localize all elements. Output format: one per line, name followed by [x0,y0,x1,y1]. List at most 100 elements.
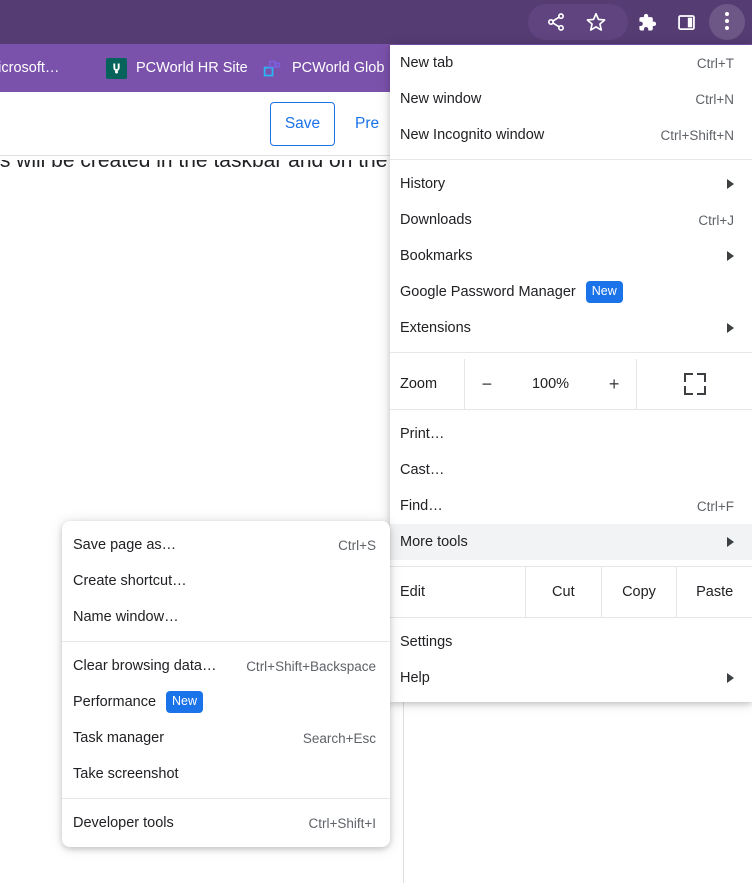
bookmark-item-pcworld-hr-site[interactable]: PCWorld HR Site [106,44,248,92]
menu-separator [62,641,390,642]
menu-item-print[interactable]: Print… [390,416,752,452]
menu-item-label: Clear browsing data… [73,658,217,674]
menu-item-label: New tab [400,55,454,71]
menu-item-help[interactable]: Help [390,660,752,696]
chevron-right-icon [727,323,734,333]
preview-button[interactable]: Pre [355,102,379,146]
bookmark-label: PCWorld Glob [292,60,385,76]
menu-item-label: Extensions [400,320,471,336]
cut-button[interactable]: Cut [525,567,601,617]
zoom-row: Zoom − 100% + [390,359,752,409]
menu-separator [62,798,390,799]
zoom-label-text: Zoom [400,376,438,392]
extensions-puzzle-icon[interactable] [632,8,660,36]
menu-item-label: New Incognito window [400,127,545,143]
menu-item-downloads[interactable]: Downloads Ctrl+J [390,202,752,238]
menu-item-label: New window [400,91,482,107]
share-icon[interactable] [542,8,570,36]
menu-item-shortcut: Search+Esc [302,730,376,746]
menu-item-label: Google Password Manager [400,284,576,300]
menu-item-shortcut: Ctrl+Shift+I [308,815,376,831]
bookmark-star-icon[interactable] [582,8,610,36]
submenu-item-name-window[interactable]: Name window… [62,599,390,635]
menu-item-label: Bookmarks [400,248,473,264]
zoom-controls: − 100% + [464,359,636,409]
menu-item-label: History [400,176,446,192]
menu-item-shortcut: Ctrl+N [695,91,734,107]
menu-item-label: More tools [400,534,468,550]
dialog-divider [0,155,420,156]
menu-item-settings[interactable]: Settings [390,624,752,660]
copy-button[interactable]: Copy [600,567,677,617]
menu-item-label: Find… [400,498,443,514]
menu-item-label: Settings [400,634,453,650]
menu-item-new-tab[interactable]: New tab Ctrl+T [390,45,752,81]
edit-label-text: Edit [400,584,425,600]
menu-item-label: Developer tools [73,815,174,831]
bookmark-label: PCWorld HR Site [136,60,248,76]
menu-item-bookmarks[interactable]: Bookmarks [390,238,752,274]
zoom-out-button[interactable]: − [465,374,509,395]
menu-separator [390,159,752,160]
hr-site-icon [106,57,127,79]
browser-window: d Microsoft… PCWorld HR Site PCWorld Glo… [0,0,752,883]
submenu-item-developer-tools[interactable]: Developer tools Ctrl+Shift+I [62,805,390,841]
global-squares-icon [262,58,283,79]
chevron-right-icon [727,537,734,547]
menu-item-cast[interactable]: Cast… [390,452,752,488]
bookmark-item-microsoft[interactable]: d Microsoft… [0,44,59,92]
chevron-right-icon [727,673,734,683]
page-body-text: ts will be created in the taskbar and on… [0,160,414,186]
menu-item-label: Task manager [73,730,165,746]
submenu-item-clear-browsing-data[interactable]: Clear browsing data… Ctrl+Shift+Backspac… [62,648,390,684]
save-button[interactable]: Save [270,102,335,146]
paste-button[interactable]: Paste [676,567,752,617]
bookmark-label: d Microsoft… [0,60,60,76]
menu-item-find[interactable]: Find… Ctrl+F [390,488,752,524]
fullscreen-icon [683,373,706,395]
zoom-in-button[interactable]: + [592,374,636,395]
chrome-main-menu: New tab Ctrl+T New window Ctrl+N New Inc… [390,45,752,702]
edit-row: Edit Cut Copy Paste [390,567,752,617]
menu-item-label: Performance [73,694,157,710]
browser-toolbar [0,0,752,44]
bookmark-item-pcworld-global[interactable]: PCWorld Glob [262,44,384,92]
menu-item-shortcut: Ctrl+S [338,537,376,553]
new-badge: New [166,691,204,713]
menu-item-label: Help [400,670,430,686]
submenu-item-performance[interactable]: Performance New [62,684,390,720]
submenu-item-create-shortcut[interactable]: Create shortcut… [62,563,390,599]
chevron-right-icon [727,251,734,261]
menu-item-history[interactable]: History [390,166,752,202]
menu-item-more-tools[interactable]: More tools [390,524,752,560]
new-badge: New [585,281,623,303]
menu-item-new-window[interactable]: New window Ctrl+N [390,81,752,117]
side-panel-icon[interactable] [672,8,700,36]
menu-item-label: Create shortcut… [73,573,187,589]
menu-item-label: Cast… [400,462,445,478]
chevron-right-icon [727,179,734,189]
submenu-item-take-screenshot[interactable]: Take screenshot [62,756,390,792]
menu-item-new-incognito-window[interactable]: New Incognito window Ctrl+Shift+N [390,117,752,153]
menu-item-label: Name window… [73,609,179,625]
menu-item-extensions[interactable]: Extensions [390,310,752,346]
menu-item-shortcut: Ctrl+Shift+N [660,127,734,143]
menu-item-shortcut: Ctrl+Shift+Backspace [246,658,376,674]
menu-item-shortcut: Ctrl+J [698,212,734,228]
more-tools-submenu: Save page as… Ctrl+S Create shortcut… Na… [62,521,390,847]
edit-label: Edit [390,567,525,617]
menu-item-label: Save page as… [73,537,177,553]
menu-item-shortcut: Ctrl+T [696,55,734,71]
fullscreen-button[interactable] [636,359,752,409]
submenu-item-task-manager[interactable]: Task manager Search+Esc [62,720,390,756]
page-body-text-line: ts will be created in the taskbar and on… [0,160,388,172]
three-dots-icon[interactable] [724,12,730,33]
menu-item-google-password-manager[interactable]: Google Password Manager New [390,274,752,310]
menu-separator [390,352,752,353]
zoom-level-value: 100% [531,376,570,392]
menu-item-label: Downloads [400,212,472,228]
menu-item-label: Print… [400,426,445,442]
menu-item-shortcut: Ctrl+F [696,498,734,514]
submenu-item-save-page-as[interactable]: Save page as… Ctrl+S [62,527,390,563]
menu-item-label: Take screenshot [73,766,179,782]
